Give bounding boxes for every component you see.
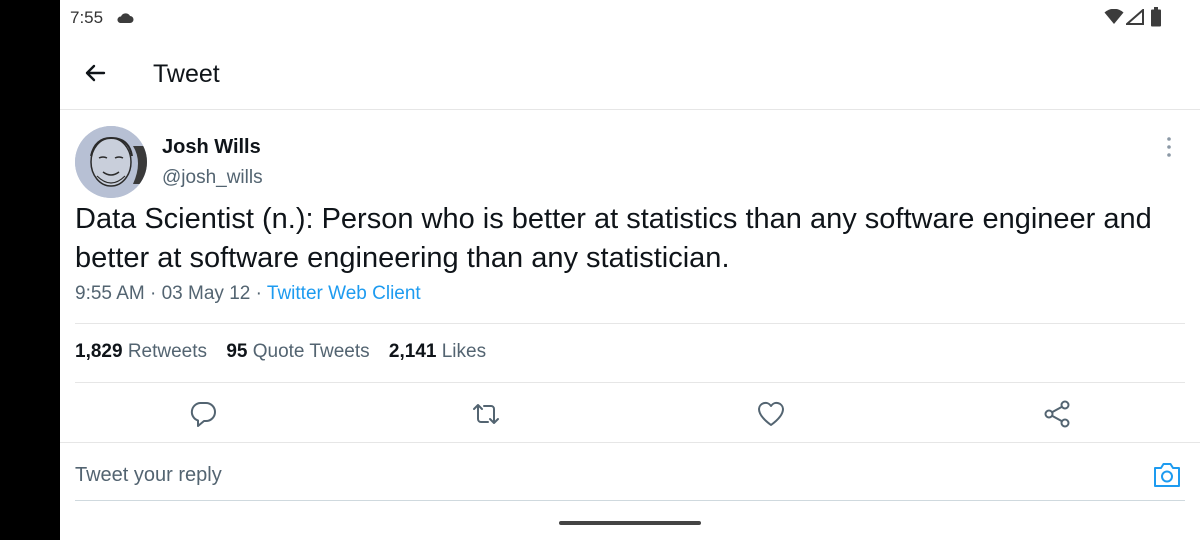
- share-icon[interactable]: [1041, 398, 1073, 430]
- status-bar: 7:55: [60, 0, 1200, 36]
- quote-tweets-stat[interactable]: 95 Quote Tweets: [226, 341, 375, 362]
- battery-icon: [1150, 7, 1162, 32]
- reply-input[interactable]: Tweet your reply: [75, 464, 222, 487]
- status-time: 7:55: [70, 8, 104, 27]
- reply-bar: Tweet your reply: [60, 443, 1200, 501]
- tweet-stats: 1,829 Retweets 95 Quote Tweets 2,141 Lik…: [75, 341, 500, 363]
- wifi-icon: [1104, 8, 1124, 30]
- retweets-count: 1,829: [75, 341, 123, 362]
- quote-tweets-count: 95: [226, 341, 248, 362]
- app-header: Tweet: [60, 36, 1200, 110]
- signal-icon: [1124, 7, 1144, 30]
- likes-label: Likes: [441, 341, 487, 362]
- tweet-date: 03 May 12: [161, 283, 251, 304]
- divider: [75, 323, 1185, 324]
- divider: [75, 382, 1185, 383]
- camera-icon[interactable]: [1152, 461, 1182, 494]
- meta-separator: ·: [150, 283, 157, 304]
- retweets-label: Retweets: [127, 341, 208, 362]
- reply-icon[interactable]: [187, 398, 219, 430]
- cloud-icon: [116, 11, 134, 29]
- tweet-source-link[interactable]: Twitter Web Client: [267, 283, 421, 304]
- likes-stat[interactable]: 2,141 Likes: [389, 341, 486, 362]
- back-arrow-icon[interactable]: [80, 58, 110, 93]
- tweet-text: Data Scientist (n.): Person who is bette…: [75, 203, 1152, 274]
- meta-separator: ·: [255, 283, 262, 304]
- page-title: Tweet: [153, 60, 220, 88]
- like-icon[interactable]: [755, 398, 787, 430]
- home-indicator[interactable]: [559, 521, 701, 525]
- tweet-meta: 9:55 AM · 03 May 12 · Twitter Web Client: [75, 283, 421, 305]
- tweet-time: 9:55 AM: [75, 283, 145, 304]
- retweet-icon[interactable]: [470, 398, 502, 430]
- retweets-stat[interactable]: 1,829 Retweets: [75, 341, 212, 362]
- tweet-screen: 7:55 Tweet Josh Wills @josh_wills Data S…: [60, 0, 1200, 540]
- author-name[interactable]: Josh Wills: [162, 136, 261, 159]
- more-options-icon[interactable]: [1166, 136, 1172, 163]
- author-handle[interactable]: @josh_wills: [162, 167, 263, 189]
- likes-count: 2,141: [388, 341, 437, 362]
- reply-underline: [75, 500, 1185, 501]
- author-avatar[interactable]: [75, 126, 147, 198]
- quote-tweets-label: Quote Tweets: [252, 341, 370, 362]
